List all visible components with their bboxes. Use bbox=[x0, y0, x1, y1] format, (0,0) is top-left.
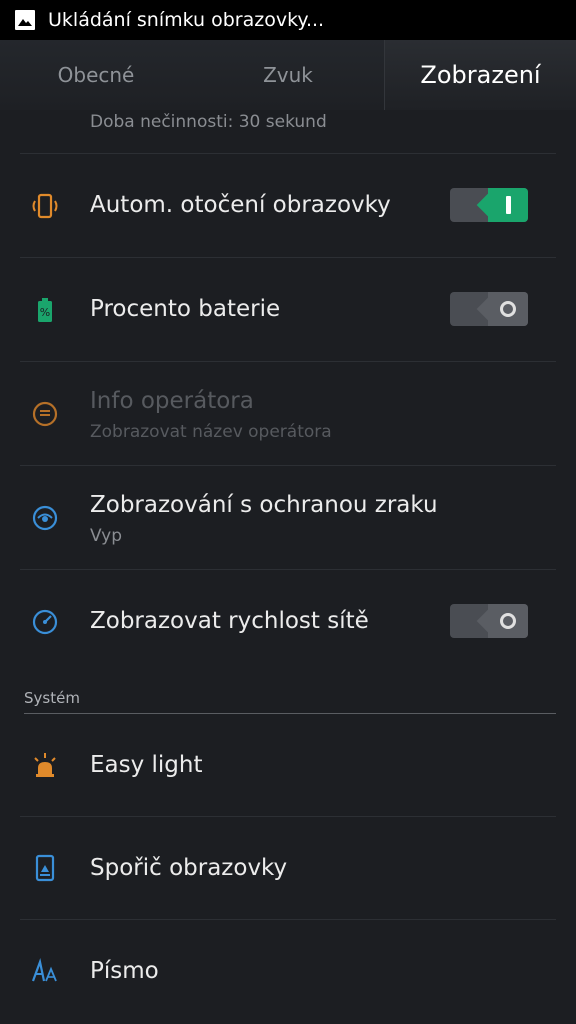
eye-protection-subtitle: Vyp bbox=[90, 526, 123, 546]
status-text: Ukládání snímku obrazovky... bbox=[48, 9, 325, 31]
font-title: Písmo bbox=[90, 958, 159, 984]
on-mark-icon bbox=[506, 196, 511, 214]
settings-list[interactable]: Doba nečinnosti: 30 sekund Autom. otočen… bbox=[0, 110, 576, 1024]
tab-display[interactable]: Zobrazení bbox=[384, 40, 576, 110]
easy-light-title: Easy light bbox=[90, 752, 203, 778]
tab-sound[interactable]: Zvuk bbox=[192, 40, 384, 110]
battery-percent-icon: % bbox=[38, 298, 52, 322]
sleep-row[interactable]: Doba nečinnosti: 30 sekund bbox=[20, 110, 556, 154]
tab-bar: Obecné Zvuk Zobrazení bbox=[0, 40, 576, 110]
font-row[interactable]: Písmo bbox=[20, 920, 556, 1023]
svg-text:%: % bbox=[40, 306, 50, 319]
carrier-info-subtitle: Zobrazovat název operátora bbox=[90, 422, 332, 442]
font-icon bbox=[31, 958, 57, 982]
image-icon bbox=[15, 10, 35, 30]
off-mark-icon bbox=[500, 301, 516, 317]
auto-rotate-row[interactable]: Autom. otočení obrazovky bbox=[20, 154, 556, 258]
light-icon bbox=[34, 753, 56, 777]
carrier-info-title: Info operátora bbox=[90, 388, 254, 414]
speedometer-icon bbox=[32, 609, 58, 635]
auto-rotate-toggle[interactable] bbox=[450, 188, 528, 222]
network-speed-row[interactable]: Zobrazovat rychlost sítě bbox=[20, 570, 556, 674]
section-label: Systém bbox=[24, 689, 80, 707]
screensaver-row[interactable]: Spořič obrazovky bbox=[20, 817, 556, 920]
carrier-info-row: Info operátora Zobrazovat název operátor… bbox=[20, 362, 556, 466]
eye-icon bbox=[32, 505, 58, 531]
eye-protection-title: Zobrazování s ochranou zraku bbox=[90, 492, 438, 518]
screensaver-icon bbox=[35, 854, 55, 882]
battery-percent-title: Procento baterie bbox=[90, 296, 281, 322]
network-speed-title: Zobrazovat rychlost sítě bbox=[90, 608, 369, 634]
off-mark-icon bbox=[500, 613, 516, 629]
auto-rotate-title: Autom. otočení obrazovky bbox=[90, 192, 391, 218]
message-icon bbox=[32, 401, 58, 427]
sleep-subtitle: Doba nečinnosti: 30 sekund bbox=[90, 112, 327, 132]
battery-percent-row[interactable]: % Procento baterie bbox=[20, 258, 556, 362]
status-bar: Ukládání snímku obrazovky... bbox=[0, 0, 576, 40]
eye-protection-row[interactable]: Zobrazování s ochranou zraku Vyp bbox=[20, 466, 556, 570]
easy-light-row[interactable]: Easy light bbox=[20, 714, 556, 817]
network-speed-toggle[interactable] bbox=[450, 604, 528, 638]
battery-percent-toggle[interactable] bbox=[450, 292, 528, 326]
rotate-phone-icon bbox=[32, 193, 58, 219]
tab-general[interactable]: Obecné bbox=[0, 40, 192, 110]
screensaver-title: Spořič obrazovky bbox=[90, 855, 288, 881]
system-section-header: Systém bbox=[24, 688, 556, 714]
